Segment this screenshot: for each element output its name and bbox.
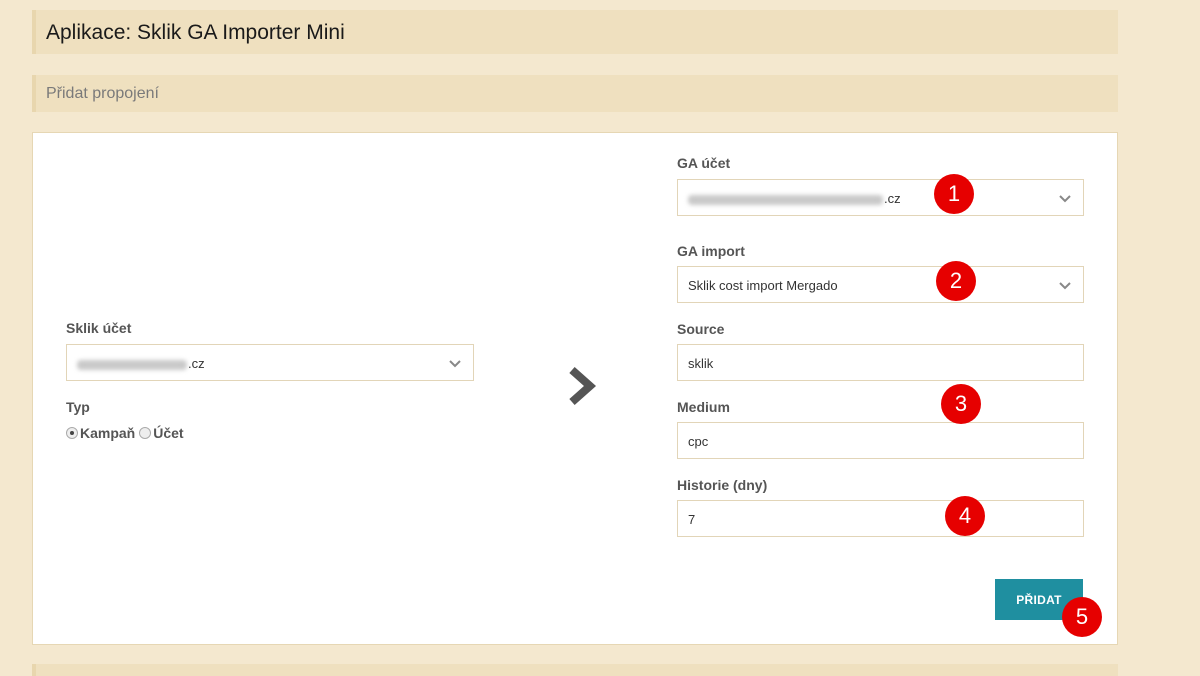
chevron-right-icon xyxy=(569,367,597,405)
history-label: Historie (dny) xyxy=(677,477,768,493)
app-header: Aplikace: Sklik GA Importer Mini xyxy=(32,10,1118,54)
ga-import-select[interactable]: Sklik cost import Mergado xyxy=(677,266,1084,303)
ga-account-label: GA účet xyxy=(677,155,731,171)
type-radio-group: Kampaň Účet xyxy=(66,424,188,442)
annotation-badge: 5 xyxy=(1062,597,1102,637)
sklik-account-suffix: .cz xyxy=(188,356,205,371)
annotation-badge: 2 xyxy=(936,261,976,301)
ga-import-label: GA import xyxy=(677,243,745,259)
radio-ucet[interactable] xyxy=(139,426,152,439)
medium-label: Medium xyxy=(677,399,730,415)
page-title: Aplikace: Sklik GA Importer Mini xyxy=(46,21,345,44)
ga-account-value: .cz xyxy=(688,191,901,206)
type-label: Typ xyxy=(66,399,90,415)
medium-input[interactable]: cpc xyxy=(677,422,1084,459)
annotation-badge: 3 xyxy=(941,384,981,424)
chevron-down-icon xyxy=(449,360,461,368)
source-input[interactable]: sklik xyxy=(677,344,1084,381)
source-value: sklik xyxy=(688,356,714,371)
chevron-down-icon xyxy=(1059,282,1071,290)
sklik-account-value: .cz xyxy=(77,356,205,371)
medium-value: cpc xyxy=(688,434,709,449)
source-label: Source xyxy=(677,321,725,337)
ga-import-value: Sklik cost import Mergado xyxy=(688,278,838,293)
ga-account-select[interactable]: .cz xyxy=(677,179,1084,216)
annotation-badge: 1 xyxy=(934,174,974,214)
radio-ucet-label: Účet xyxy=(153,424,184,441)
section-header: Přidat propojení xyxy=(32,75,1118,112)
radio-kampan-label: Kampaň xyxy=(80,424,136,441)
bottom-section-bar xyxy=(32,664,1118,676)
redacted-text xyxy=(77,359,187,370)
annotation-badge: 4 xyxy=(945,496,985,536)
radio-kampan[interactable] xyxy=(66,426,78,439)
ga-account-suffix: .cz xyxy=(884,191,901,206)
history-input[interactable]: 7 xyxy=(677,500,1084,537)
redacted-text xyxy=(688,194,883,205)
sklik-account-label: Sklik účet xyxy=(66,320,132,336)
history-value: 7 xyxy=(688,512,696,527)
section-title: Přidat propojení xyxy=(46,85,159,102)
chevron-down-icon xyxy=(1059,195,1071,203)
sklik-account-select[interactable]: .cz xyxy=(66,344,474,381)
